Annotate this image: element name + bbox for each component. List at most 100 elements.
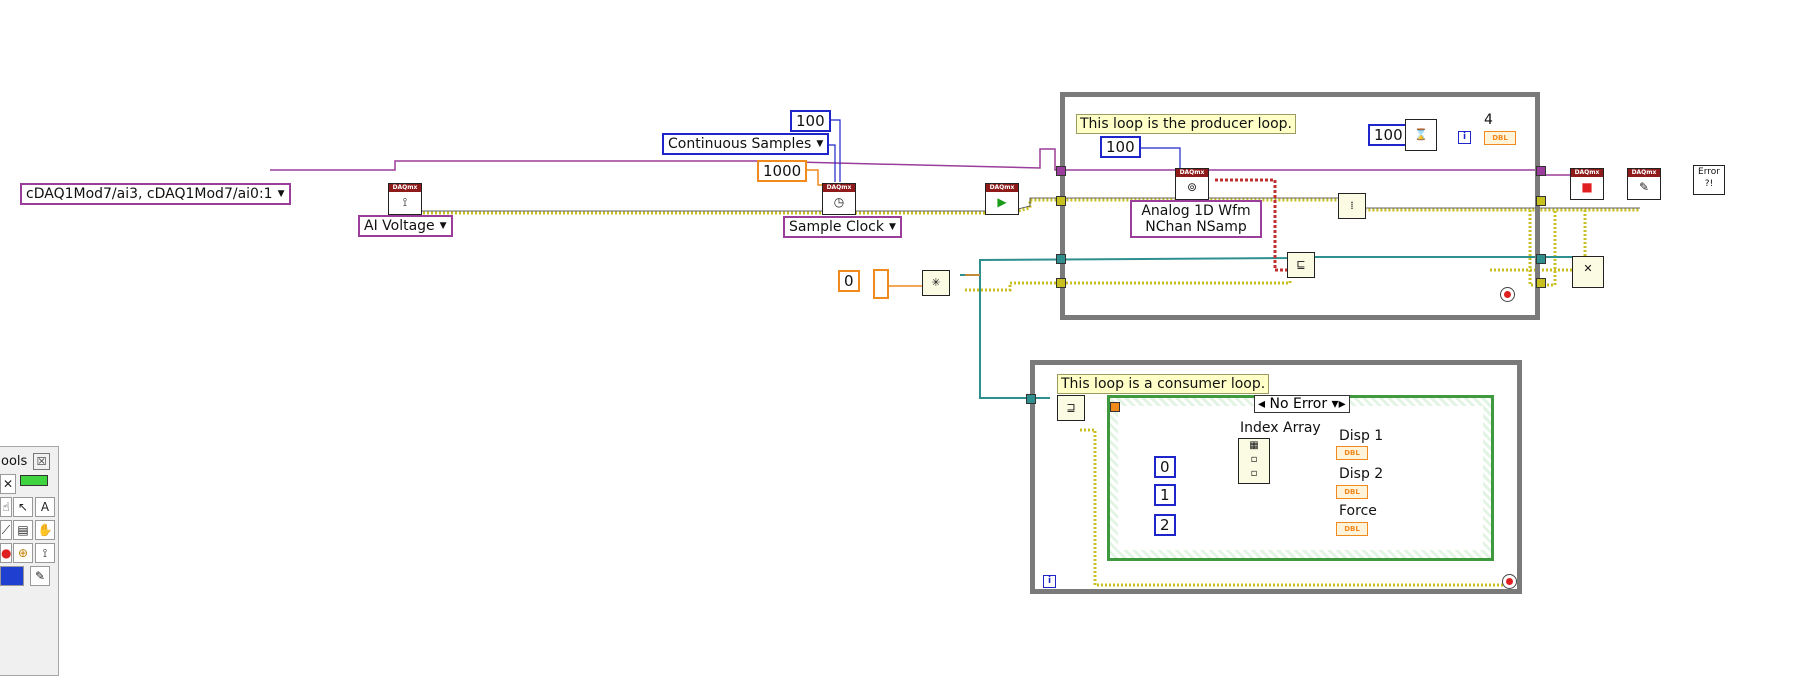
eraser-icon: ✎ <box>1638 180 1650 194</box>
error-tunnel-out-2 <box>1536 278 1546 288</box>
disp2-label: Disp 2 <box>1339 466 1384 482</box>
dropdown-icon: ▼ <box>816 139 824 149</box>
error-handler-text: Error <box>1698 167 1720 177</box>
index-2-constant[interactable]: 2 <box>1154 514 1176 536</box>
index-1-constant[interactable]: 1 <box>1154 484 1176 506</box>
consumer-stop-icon[interactable] <box>1502 574 1517 589</box>
error-tunnel-out <box>1536 196 1546 206</box>
force-indicator[interactable]: DBL <box>1336 522 1368 536</box>
color-swatch-icon[interactable] <box>0 566 24 586</box>
producer-note: This loop is the producer loop. <box>1076 114 1297 134</box>
queue-type-constant[interactable] <box>873 269 889 299</box>
queue-tunnel-in <box>1056 254 1066 264</box>
daqmx-read-vi[interactable]: DAQmx ⊚ <box>1175 168 1209 200</box>
case-data-tunnel <box>1110 402 1120 412</box>
error-tunnel-in <box>1056 196 1066 206</box>
case-selector[interactable]: ◂ No Error ▾▸ <box>1254 395 1350 413</box>
channels-constant[interactable]: cDAQ1Mod7/ai3, cDAQ1Mod7/ai0:1 ▼ <box>20 183 291 205</box>
probe-tool-icon[interactable]: ⊕ <box>13 543 33 563</box>
consumer-note: This loop is a consumer loop. <box>1057 374 1270 394</box>
channels-text: cDAQ1Mod7/ai3, cDAQ1Mod7/ai0:1 <box>26 186 273 202</box>
index-array-label: Index Array <box>1240 420 1321 436</box>
tools-palette-title: ools <box>1 454 28 469</box>
clock-icon: ◷ <box>833 195 845 209</box>
daqmx-label: DAQmx <box>389 184 421 192</box>
consumer-queue-tunnel <box>1026 394 1036 404</box>
color-copy-tool-icon[interactable]: ⟟ <box>35 543 55 563</box>
queue-tunnel-out <box>1536 254 1546 264</box>
create-channel-vi[interactable]: DAQmx ⟟ <box>388 183 422 215</box>
enqueue-icon[interactable]: ⊑ <box>1287 252 1315 278</box>
sample-clock-text: Sample Clock <box>789 219 884 235</box>
ai-voltage-text: AI Voltage <box>364 218 435 234</box>
wire-tool-icon[interactable]: ⟋ <box>0 520 12 540</box>
sample-mode-ring[interactable]: Continuous Samples ▼ <box>662 133 830 155</box>
auto-tool-led[interactable] <box>20 475 48 486</box>
iteration-count-label: 4 <box>1484 112 1493 128</box>
read-icon: ⊚ <box>1186 180 1198 194</box>
producer-stop-icon[interactable] <box>1500 287 1515 302</box>
scroll-tool-icon[interactable]: ✋ <box>35 520 55 540</box>
dropdown-icon: ▼ <box>277 189 285 199</box>
dropdown-icon: ▼ <box>888 222 896 232</box>
close-icon[interactable]: ☒ <box>33 453 50 470</box>
daqmx-label: DAQmx <box>1571 169 1603 177</box>
case-selector-text: No Error <box>1269 396 1328 412</box>
wait-timer-icon[interactable]: ⌛ <box>1405 119 1437 151</box>
dequeue-icon[interactable]: ⊒ <box>1057 395 1085 421</box>
consumer-iteration-terminal: i <box>1043 575 1056 588</box>
samples-per-channel-constant[interactable]: 100 <box>790 110 831 132</box>
clear-task-vi[interactable]: DAQmx ✎ <box>1627 168 1661 200</box>
disp2-indicator[interactable]: DBL <box>1336 485 1368 499</box>
daqmx-label: DAQmx <box>1628 169 1660 177</box>
index-0-text: 0 <box>1160 458 1170 476</box>
error-tunnel-in-2 <box>1056 278 1066 288</box>
rate-text: 1000 <box>763 162 802 180</box>
coloring-tool-icon[interactable]: ✎ <box>30 566 50 586</box>
text-tool-icon[interactable]: A <box>35 497 55 517</box>
force-label: Force <box>1339 503 1377 519</box>
iteration-terminal: i <box>1458 131 1471 144</box>
read-samples-text: 100 <box>1106 138 1135 156</box>
obtain-queue-icon[interactable]: ✳ <box>922 270 950 296</box>
index-0-constant[interactable]: 0 <box>1154 456 1176 478</box>
stop-task-vi[interactable]: DAQmx ■ <box>1570 168 1604 200</box>
daqmx-label: DAQmx <box>986 184 1018 192</box>
read-type-ring[interactable]: Analog 1D Wfm NChan NSamp <box>1130 200 1262 238</box>
position-tool-icon[interactable]: ↖ <box>13 497 33 517</box>
index-1-text: 1 <box>1160 486 1170 504</box>
index-2-text: 2 <box>1160 516 1170 534</box>
channel-icon: ⟟ <box>402 195 408 209</box>
daqmx-label: DAQmx <box>823 184 855 192</box>
shortcut-menu-tool-icon[interactable]: ▤ <box>13 520 33 540</box>
breakpoint-tool-icon[interactable]: ● <box>0 543 12 563</box>
daqmx-label: DAQmx <box>1176 169 1208 177</box>
wrench-tool-icon[interactable]: ✕ <box>0 474 16 494</box>
operate-tool-icon[interactable]: ☝ <box>0 497 12 517</box>
task-tunnel-out <box>1536 166 1546 176</box>
task-tunnel-in <box>1056 166 1066 176</box>
timing-vi[interactable]: DAQmx ◷ <box>822 183 856 215</box>
start-task-vi[interactable]: DAQmx ▶ <box>985 183 1019 215</box>
iteration-indicator: DBL <box>1484 131 1516 145</box>
wait-ms-text: 100 <box>1374 126 1403 144</box>
queue-size-constant[interactable]: 0 <box>838 270 860 292</box>
samples-per-channel-text: 100 <box>796 112 825 130</box>
read-type-line1: Analog 1D Wfm <box>1141 203 1251 219</box>
index-array-icon[interactable]: ▦ ▫ ▫ <box>1238 438 1270 484</box>
play-icon: ▶ <box>997 195 1007 209</box>
ai-voltage-ring[interactable]: AI Voltage ▼ <box>358 215 453 237</box>
error-handler-icon[interactable]: Error?! <box>1693 165 1725 195</box>
release-queue-icon[interactable]: ✕ <box>1572 256 1604 288</box>
disp1-indicator[interactable]: DBL <box>1336 446 1368 460</box>
queue-size-text: 0 <box>844 272 854 290</box>
sample-mode-text: Continuous Samples <box>668 136 812 152</box>
disp1-label: Disp 1 <box>1339 428 1384 444</box>
unbundle-status-icon[interactable]: ⁞ <box>1338 193 1366 219</box>
dropdown-icon: ▼ <box>439 221 447 231</box>
wait-ms-constant[interactable]: 100 <box>1368 124 1409 146</box>
sample-clock-ring[interactable]: Sample Clock ▼ <box>783 216 902 238</box>
read-samples-constant[interactable]: 100 <box>1100 136 1141 158</box>
tools-palette[interactable]: ools ☒ ✕ ☝ ↖ A ⟋ ▤ ✋ ● ⊕ ⟟ ✎ <box>0 446 59 676</box>
rate-constant[interactable]: 1000 <box>757 160 808 182</box>
